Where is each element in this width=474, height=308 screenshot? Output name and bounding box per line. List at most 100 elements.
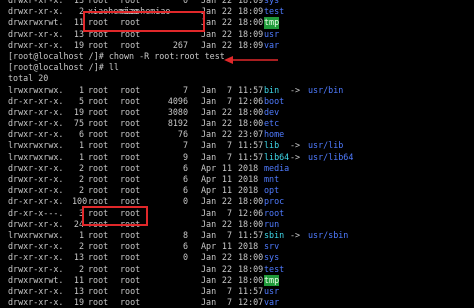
listing-row: drwxr-xr-x. 19 root root 3080 Jan 22 18:00 dev	[8, 107, 470, 118]
listing-row: lrwxrwxrwx. 1 root root 7 Jan 7 11:57 bin -> usr/b…	[8, 85, 470, 96]
time: 18:00	[238, 196, 264, 207]
owner: root	[88, 151, 109, 162]
listing-row: lrwxrwxrwx. 1 root root 9 Jan 7 11:57 lib64 -> usr…	[8, 152, 470, 163]
link-count: 19	[73, 297, 84, 308]
listing-row: drwxr-xr-x. 2 root root 6 Apr 11 2018 mnt	[8, 174, 470, 185]
listing-row: drwxr-xr-x. 75 root root 8192 Jan 22 18:00 etc	[8, 118, 470, 129]
link-count: 1	[78, 84, 84, 95]
listing-row: drwxr-xr-x. 13 root root Jan 7 11:57 usr	[8, 286, 470, 297]
group: root	[120, 106, 141, 117]
symlink-arrow: ->	[290, 84, 301, 95]
time: 11:57	[238, 229, 264, 240]
group: root	[120, 28, 141, 39]
group: root	[120, 174, 141, 184]
group: root	[120, 229, 141, 240]
time: 2018	[238, 185, 259, 196]
permissions: drwxr-xr-x.	[8, 185, 64, 196]
month: Apr	[201, 185, 217, 196]
month: Jan	[201, 106, 217, 117]
permissions: drwxr-xr-x.	[8, 162, 64, 173]
month: Jan	[201, 39, 217, 50]
link-count: 2	[78, 185, 84, 196]
day: 22	[221, 17, 232, 28]
day: 7	[226, 297, 232, 308]
month: Jan	[201, 229, 217, 240]
symlink-target: usr/bin	[308, 84, 344, 95]
link-count: 11	[73, 274, 84, 285]
time: 11:57	[238, 285, 264, 296]
day: 22	[221, 263, 232, 274]
permissions: drwxrwxrwt.	[8, 17, 64, 28]
file-name: bin	[264, 84, 280, 95]
link-count: 13	[73, 28, 84, 39]
group: root	[120, 118, 141, 129]
link-count: 1	[78, 151, 84, 162]
listing-row: drwxr-xr-x. 24 root root Jan 22 18:00 run	[8, 219, 470, 230]
day: 22	[221, 129, 232, 140]
owner: root	[88, 241, 109, 252]
month: Jan	[201, 129, 217, 140]
day: 22	[221, 196, 232, 207]
day: 7	[226, 229, 232, 240]
time: 18:09	[238, 39, 264, 50]
listing-row: dr-xr-xr-x. 100 root root 0 Jan 22 18:00 proc	[8, 196, 470, 207]
permissions: drwxr-xr-x.	[8, 297, 64, 308]
file-name: sbin	[264, 229, 285, 240]
file-name: usr	[264, 285, 280, 296]
link-count: 13	[73, 252, 84, 263]
group: root	[120, 263, 141, 274]
permissions: dr-xr-xr-x.	[8, 252, 64, 263]
time: 18:09	[238, 28, 264, 39]
listing-row: dr-xr-xr-x. 5 root root 4096 Jan 7 12:06 boot	[8, 96, 470, 107]
group: root	[120, 95, 141, 106]
day: 22	[221, 106, 232, 117]
file-size: 0	[182, 252, 188, 263]
link-count: 6	[78, 129, 84, 140]
file-name: etc	[264, 118, 280, 129]
permissions: lrwxrwxrwx.	[8, 84, 64, 95]
link-count: 2	[78, 174, 84, 184]
day: 22	[221, 218, 232, 229]
day: 22	[221, 39, 232, 50]
owner: root	[88, 297, 109, 308]
file-size: 76	[177, 129, 188, 140]
time: 12:06	[238, 95, 264, 106]
group: root	[120, 207, 141, 218]
link-count: 1	[78, 229, 84, 240]
listing-row: dr-xr-xr-x. 13 root root 0 Jan 22 18:00 sys	[8, 252, 470, 263]
group: root	[120, 285, 141, 296]
file-size: 3080	[167, 106, 188, 117]
listing-row: drwxr-xr-x. 19 root root Jan 7 12:07 var	[8, 297, 470, 308]
listing-row: lrwxrwxrwx. 1 root root 7 Jan 7 11:57 lib -> usr/l…	[8, 140, 470, 151]
permissions: drwxr-xr-x.	[8, 106, 64, 117]
group: root	[120, 241, 141, 252]
group: root	[120, 39, 141, 50]
file-name: home	[264, 129, 285, 140]
command-line: [root@localhost /]# chown -R root:root t…	[8, 51, 470, 62]
owner: root	[88, 162, 109, 173]
permissions: drwxr-xr-x.	[8, 6, 64, 17]
month: Jan	[201, 252, 217, 263]
month: Apr	[201, 241, 217, 252]
day: 7	[226, 84, 232, 95]
link-count: 1	[78, 140, 84, 151]
file-name: dev	[264, 106, 280, 117]
month: Jan	[201, 285, 217, 296]
command-line: [root@localhost /]# ll	[8, 62, 470, 73]
month: Jan	[201, 140, 217, 151]
file-name: srv	[264, 241, 280, 252]
total-line: total 20	[8, 73, 49, 84]
file-size: 6	[182, 241, 188, 252]
listing-row: drwxr-xr-x. 2 root root 6 Apr 11 2018 opt	[8, 185, 470, 196]
group: root	[120, 162, 141, 173]
file-name: lib	[264, 140, 280, 151]
owner: root	[88, 196, 109, 207]
permissions: dr-xr-x---.	[8, 207, 64, 218]
listing-row: drwxr-xr-x. 2 root root 6 Apr 11 2018 srv	[8, 241, 470, 252]
owner: root	[88, 17, 109, 28]
permissions: drwxr-xr-x.	[8, 129, 64, 140]
time: 2018	[238, 174, 259, 184]
owner: root	[88, 174, 109, 184]
terminal-output[interactable]: drwxr-xr-x. 13 root root 0 Jan 22 18:09 sys drwxr…	[8, 0, 470, 308]
file-name: var	[264, 297, 280, 308]
